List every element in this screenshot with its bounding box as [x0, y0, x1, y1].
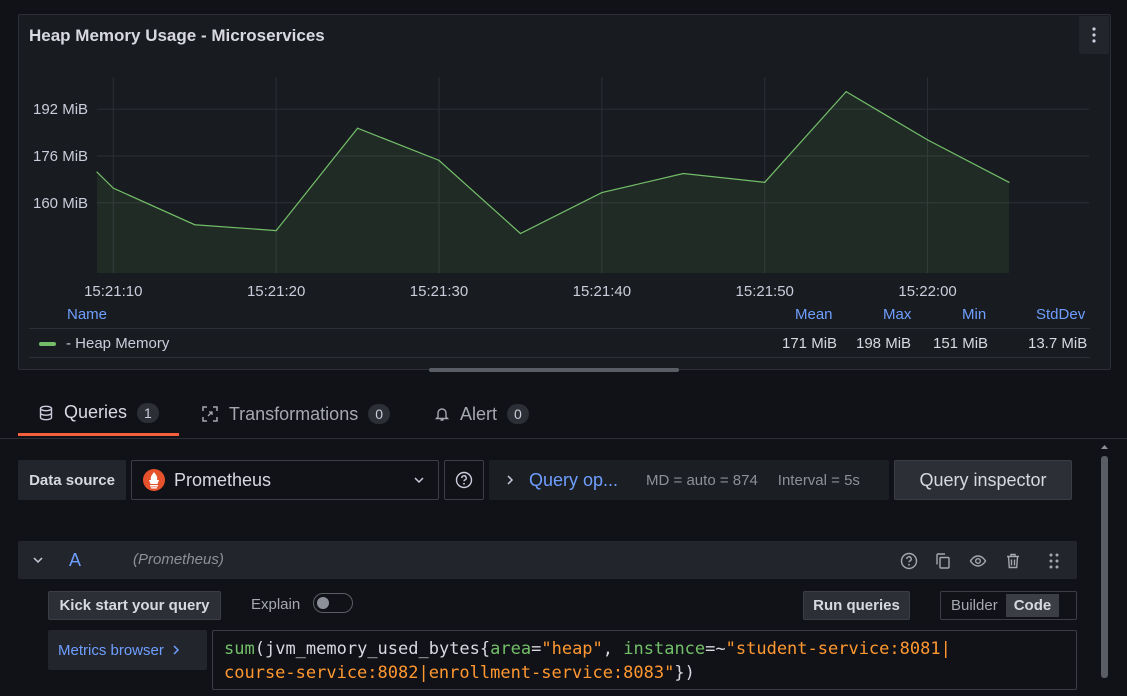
promql-operator: =~ — [705, 639, 726, 659]
builder-mode-button[interactable]: Builder — [943, 594, 1006, 617]
duplicate-query-icon[interactable] — [933, 551, 953, 571]
query-datasource-name: (Prometheus) — [133, 551, 224, 568]
time-series-chart: 160 MiB 176 MiB 192 MiB 15:21:10 15:21:20 15:… — [33, 77, 1089, 300]
data-point — [926, 139, 929, 141]
run-queries-button[interactable]: Run queries — [803, 591, 910, 620]
series-area-fill — [97, 91, 1009, 274]
editor-mode-switch: Builder Code — [940, 591, 1077, 620]
kick-start-button[interactable]: Kick start your query — [48, 591, 221, 620]
data-point — [1008, 181, 1010, 183]
y-tick-label: 176 MiB — [33, 148, 88, 165]
tabs-divider — [0, 438, 1127, 439]
promql-value-instance-2: course-service:8082|enrollment-service:8… — [224, 663, 675, 683]
legend-header-name[interactable]: Name — [67, 306, 107, 323]
legend-resize-handle[interactable] — [429, 368, 679, 372]
editor-tabs: Queries 1 Transformations 0 Alert 0 — [18, 392, 551, 438]
legend-stddev-value: 13.7 MiB — [1028, 335, 1088, 352]
y-tick-label: 192 MiB — [33, 101, 88, 118]
legend-header-stddev[interactable]: StdDev — [1036, 306, 1085, 323]
bell-icon — [434, 408, 450, 421]
heap-memory-panel: Heap Memory Usage - Microservices 160 Mi… — [18, 14, 1111, 372]
legend-row[interactable]: - Heap Memory 171 MiB 198 MiB 151 MiB 13… — [29, 328, 1090, 358]
data-point — [356, 127, 359, 129]
scrollbar-thumb[interactable] — [1101, 456, 1108, 678]
data-point — [194, 224, 196, 226]
query-ref-id[interactable]: A — [69, 550, 81, 571]
scroll-up-icon — [1101, 445, 1108, 449]
legend-max-value: 198 MiB — [856, 335, 912, 352]
delete-query-icon[interactable] — [1003, 551, 1023, 571]
legend-series-name[interactable]: - Heap Memory — [66, 335, 169, 352]
datasource-picker[interactable]: Prometheus — [131, 460, 439, 500]
data-point — [845, 91, 847, 93]
query-options-link[interactable]: Query op... — [529, 470, 618, 491]
promql-line-2: course-service:8082|enrollment-service:8… — [224, 663, 695, 683]
vertical-scrollbar[interactable] — [1100, 442, 1109, 696]
x-tick-label: 15:22:00 — [898, 283, 956, 300]
tab-alert-count: 0 — [507, 404, 529, 424]
data-point — [275, 229, 277, 232]
promql-label-instance: instance — [623, 639, 706, 659]
promql-function: sum — [224, 639, 255, 659]
code-mode-button[interactable]: Code — [1005, 594, 1060, 617]
tab-transformations-count: 0 — [368, 404, 390, 424]
explain-toggle-knob — [317, 597, 329, 609]
drag-handle-icon[interactable] — [1044, 551, 1064, 571]
legend-header-min[interactable]: Min — [962, 306, 986, 323]
data-point — [438, 159, 440, 161]
tab-alert[interactable]: Alert 0 — [412, 392, 551, 436]
x-tick-label: 15:21:30 — [410, 283, 468, 300]
datasource-value: Prometheus — [174, 469, 272, 490]
chevron-right-icon — [507, 475, 514, 485]
legend-header-mean[interactable]: Mean — [795, 306, 833, 323]
data-point — [96, 171, 98, 173]
data-point — [764, 181, 766, 183]
tab-queries-label: Queries — [64, 402, 128, 422]
legend-header-max[interactable]: Max — [883, 306, 911, 323]
promql-value-area: "heap" — [541, 639, 603, 659]
promql-value-instance-1: "student-service:8081| — [725, 639, 951, 659]
data-point — [601, 191, 603, 194]
explain-label: Explain — [251, 596, 301, 613]
max-data-points: MD = auto = 874 — [646, 471, 758, 489]
transform-icon — [202, 406, 218, 422]
question-circle-icon — [455, 471, 473, 489]
datasource-label: Data source — [18, 460, 126, 500]
chevron-down-icon — [414, 477, 424, 484]
data-point — [519, 232, 522, 235]
collapse-chevron-icon[interactable] — [32, 554, 44, 566]
interval-value: Interval = 5s — [777, 471, 860, 489]
tab-transformations[interactable]: Transformations 0 — [179, 392, 412, 436]
promql-line-1: sum(jvm_memory_used_bytes{area="heap", i… — [224, 639, 951, 659]
query-options[interactable]: Query op... MD = auto = 874 Interval = 5… — [489, 460, 889, 500]
query-inspector-button[interactable]: Query inspector — [894, 460, 1072, 500]
x-tick-label: 15:21:20 — [247, 283, 305, 300]
tab-queries[interactable]: Queries 1 — [18, 392, 179, 436]
explain-toggle[interactable] — [313, 593, 353, 613]
hide-query-icon[interactable] — [968, 551, 988, 571]
promql-metric: jvm_memory_used_bytes — [264, 639, 480, 659]
tab-alert-label: Alert — [460, 403, 498, 424]
data-point — [682, 172, 684, 175]
database-icon — [39, 405, 53, 420]
datasource-help-button[interactable] — [444, 460, 484, 500]
x-tick-label: 15:21:10 — [84, 283, 142, 300]
metrics-browser-button[interactable]: Metrics browser — [48, 630, 207, 670]
metrics-browser-label: Metrics browser — [58, 641, 164, 659]
prometheus-icon — [143, 469, 165, 491]
legend-mean-value: 171 MiB — [782, 335, 838, 352]
promql-label-area: area — [490, 639, 532, 659]
x-tick-label: 15:21:40 — [573, 283, 631, 300]
legend-min-value: 151 MiB — [933, 335, 989, 352]
chevron-right-icon — [173, 645, 179, 655]
tab-queries-count: 1 — [137, 402, 159, 423]
promql-editor[interactable]: sum(jvm_memory_used_bytes{area="heap", i… — [212, 630, 1077, 690]
tab-transformations-label: Transformations — [228, 403, 359, 424]
y-tick-label: 160 MiB — [33, 195, 88, 212]
x-tick-label: 15:21:50 — [736, 283, 794, 300]
data-point — [112, 187, 114, 189]
series-color-swatch[interactable] — [39, 342, 56, 346]
query-row-header: A (Prometheus) — [18, 541, 1077, 579]
query-help-icon[interactable] — [899, 551, 919, 571]
